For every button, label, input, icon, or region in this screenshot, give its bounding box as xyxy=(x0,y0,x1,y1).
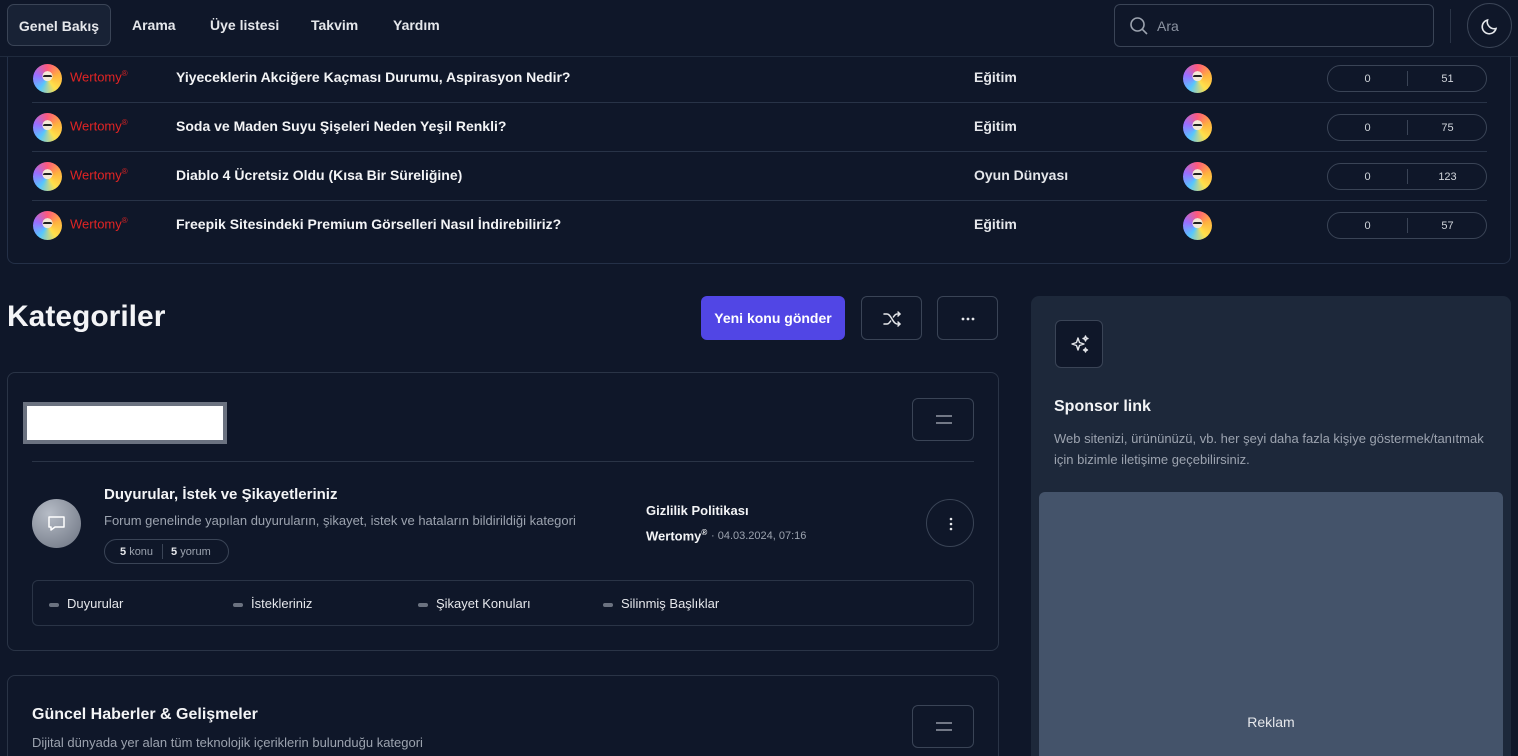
sponsor-description: Web sitenizi, ürününüzü, vb. her şeyi da… xyxy=(1054,431,1484,467)
topic-author[interactable]: Wertomy® xyxy=(70,69,128,84)
topic-stats: 0 75 xyxy=(1327,114,1487,141)
menu-lines-icon xyxy=(936,415,952,424)
avatar[interactable] xyxy=(33,64,62,93)
nav-help[interactable]: Yardım xyxy=(393,4,440,46)
nav-divider xyxy=(1450,9,1451,43)
search-input[interactable] xyxy=(1157,5,1417,46)
view-count: 75 xyxy=(1441,122,1454,134)
random-button[interactable] xyxy=(861,296,922,340)
subforum-link[interactable]: Silinmiş Başlıklar xyxy=(603,596,719,611)
sparkles-icon xyxy=(1071,335,1089,353)
avatar[interactable] xyxy=(33,211,62,240)
last-poster-avatar[interactable] xyxy=(1183,64,1212,93)
topic-category[interactable]: Eğitim xyxy=(974,69,1017,85)
topic-stats: 0 57 xyxy=(1327,212,1487,239)
reply-count: 0 xyxy=(1364,220,1371,232)
reply-count: 0 xyxy=(1364,122,1371,134)
category-card: Güncel Haberler & Gelişmeler Dijital dün… xyxy=(7,675,999,756)
view-count: 57 xyxy=(1441,220,1454,232)
subforum-link[interactable]: İstekleriniz xyxy=(233,596,312,611)
nav-overview[interactable]: Genel Bakış xyxy=(7,4,111,46)
topic-category[interactable]: Eğitim xyxy=(974,118,1017,134)
reply-count: 0 xyxy=(1364,73,1371,85)
last-post-date: · 04.03.2024, 07:16 xyxy=(711,530,807,542)
forum-icon xyxy=(32,499,81,548)
topic-row[interactable]: Wertomy® Freepik Sitesindeki Premium Gör… xyxy=(32,201,1487,250)
last-post-user[interactable]: Wertomy® xyxy=(646,528,707,543)
top-navigation: Genel Bakış Arama Üye listesi Takvim Yar… xyxy=(0,0,1518,57)
topic-title[interactable]: Diablo 4 Ücretsiz Oldu (Kısa Bir Süreliğ… xyxy=(176,167,462,183)
reply-count: 0 xyxy=(1364,171,1371,183)
avatar[interactable] xyxy=(33,113,62,142)
view-count: 123 xyxy=(1438,171,1457,183)
subforum-list: Duyurular İstekleriniz Şikayet Konuları … xyxy=(32,580,974,626)
more-horizontal-icon xyxy=(961,317,975,321)
ad-placeholder[interactable]: Reklam xyxy=(1039,492,1503,756)
category-menu-button[interactable] xyxy=(912,398,974,441)
forum-stats: 5 konu 5 yorum xyxy=(104,539,229,564)
more-vertical-icon xyxy=(949,517,953,531)
nav-calendar[interactable]: Takvim xyxy=(311,4,358,46)
category-menu-button[interactable] xyxy=(912,705,974,748)
last-poster-avatar[interactable] xyxy=(1183,162,1212,191)
more-options-button[interactable] xyxy=(937,296,998,340)
moon-icon xyxy=(1481,18,1498,35)
last-poster-avatar[interactable] xyxy=(1183,211,1212,240)
page-title: Kategoriler xyxy=(7,300,166,333)
topic-author[interactable]: Wertomy® xyxy=(70,118,128,133)
sidebar-sponsor: Sponsor link Web sitenizi, ürününüzü, vb… xyxy=(1031,296,1511,756)
category-card: Duyurular, İstek ve Şikayetleriniz Forum… xyxy=(7,372,999,651)
chat-bubble-icon xyxy=(48,516,65,531)
search-icon xyxy=(1130,17,1148,35)
last-poster-avatar[interactable] xyxy=(1183,113,1212,142)
search-box xyxy=(1114,4,1434,47)
view-count: 51 xyxy=(1441,73,1454,85)
theme-toggle-button[interactable] xyxy=(1467,3,1512,48)
new-topic-button[interactable]: Yeni konu gönder xyxy=(701,296,845,340)
topic-stats: 0 123 xyxy=(1327,163,1487,190)
topic-category[interactable]: Oyun Dünyası xyxy=(974,167,1068,183)
sponsor-title: Sponsor link xyxy=(1054,398,1151,415)
topic-author[interactable]: Wertomy® xyxy=(70,167,128,182)
nav-member-list[interactable]: Üye listesi xyxy=(210,4,279,46)
menu-lines-icon xyxy=(936,722,952,731)
topic-title[interactable]: Soda ve Maden Suyu Şişeleri Neden Yeşil … xyxy=(176,118,506,134)
category-title[interactable]: Güncel Haberler & Gelişmeler xyxy=(32,706,258,724)
topic-title[interactable]: Freepik Sitesindeki Premium Görselleri N… xyxy=(176,216,561,232)
topic-stats: 0 51 xyxy=(1327,65,1487,92)
topic-title[interactable]: Yiyeceklerin Akciğere Kaçması Durumu, As… xyxy=(176,69,571,85)
shuffle-icon xyxy=(883,311,901,327)
topic-row[interactable]: Wertomy® Soda ve Maden Suyu Şişeleri Ned… xyxy=(32,103,1487,152)
last-post-title[interactable]: Gizlilik Politikası xyxy=(646,503,749,518)
subforum-link[interactable]: Şikayet Konuları xyxy=(418,596,531,611)
sponsor-icon-box xyxy=(1055,320,1103,368)
topic-author[interactable]: Wertomy® xyxy=(70,216,128,231)
category-banner xyxy=(23,402,227,444)
forum-description: Forum genelinde yapılan duyuruların, şik… xyxy=(104,513,576,528)
subforum-link[interactable]: Duyurular xyxy=(49,596,123,611)
latest-topics-panel: Wertomy® Yiyeceklerin Akciğere Kaçması D… xyxy=(7,30,1511,264)
ad-label: Reklam xyxy=(1247,714,1295,730)
topic-row[interactable]: Wertomy® Diablo 4 Ücretsiz Oldu (Kısa Bi… xyxy=(32,152,1487,201)
forum-options-button[interactable] xyxy=(926,499,974,547)
divider xyxy=(32,461,974,462)
topic-row[interactable]: Wertomy® Yiyeceklerin Akciğere Kaçması D… xyxy=(32,54,1487,103)
category-description: Dijital dünyada yer alan tüm teknolojik … xyxy=(32,735,423,750)
topic-category[interactable]: Eğitim xyxy=(974,216,1017,232)
nav-search[interactable]: Arama xyxy=(132,4,176,46)
forum-title[interactable]: Duyurular, İstek ve Şikayetleriniz xyxy=(104,486,337,503)
avatar[interactable] xyxy=(33,162,62,191)
